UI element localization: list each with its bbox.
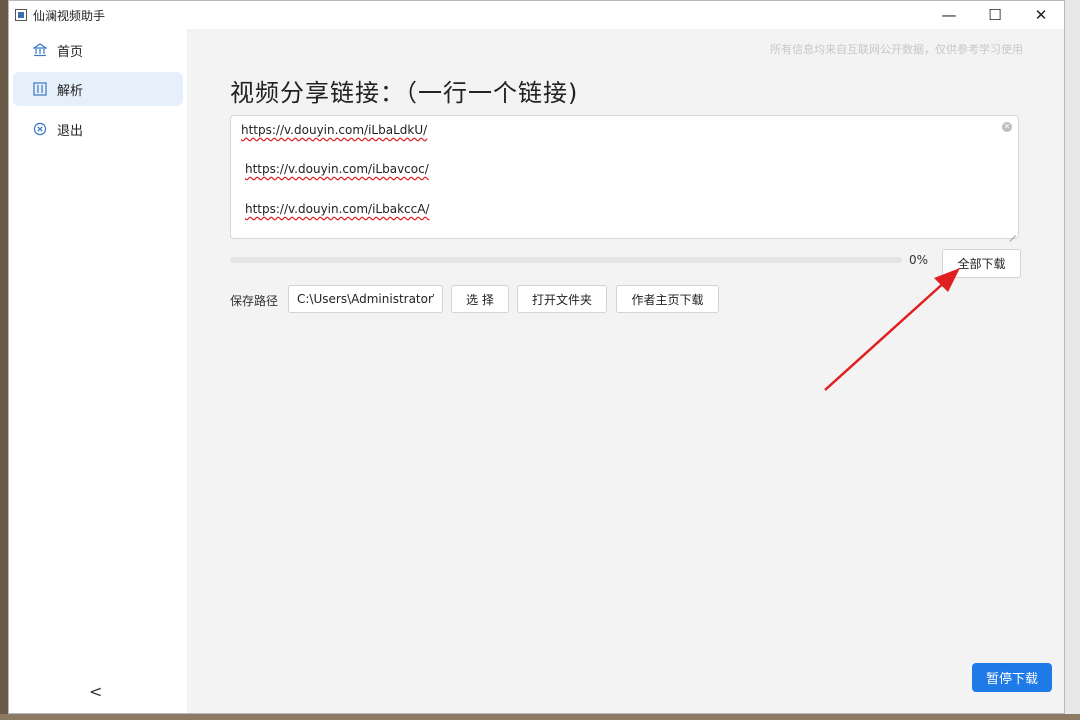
download-all-button[interactable]: 全部下载 xyxy=(942,249,1021,278)
sidebar-item-label: 退出 xyxy=(57,123,84,139)
link-line: https://v.douyin.com/iLbavcoc/ xyxy=(245,162,429,176)
save-path-input[interactable] xyxy=(288,285,443,313)
close-button[interactable]: ✕ xyxy=(1018,1,1064,29)
minimize-button[interactable]: — xyxy=(926,1,972,29)
main-panel: 所有信息均来自互联网公开数据，仅供参考学习使用 视频分享链接：（一行一个链接) … xyxy=(187,29,1064,713)
choose-button[interactable]: 选 择 xyxy=(451,285,509,313)
desktop-background-bottom xyxy=(0,714,1080,720)
link-line: https://v.douyin.com/iLbaLdkU/ xyxy=(241,123,428,137)
desktop-background-left xyxy=(0,0,8,720)
sidebar: 首页 解析 退出 < xyxy=(9,29,187,713)
links-textarea[interactable]: https://v.douyin.com/iLbaLdkU/ https://v… xyxy=(230,115,1019,239)
sidebar-item-parse[interactable]: 解析 xyxy=(13,72,183,106)
save-path-label: 保存路径 xyxy=(230,294,279,308)
progress-label: 0% xyxy=(909,253,929,267)
clear-icon[interactable]: ✕ xyxy=(1002,122,1012,132)
author-home-download-button[interactable]: 作者主页下载 xyxy=(616,285,719,313)
collapse-sidebar-button[interactable]: < xyxy=(89,682,102,701)
sidebar-item-exit[interactable]: 退出 xyxy=(13,112,183,146)
bank-icon xyxy=(33,43,47,57)
app-icon xyxy=(15,9,27,21)
window-title: 仙澜视频助手 xyxy=(33,8,106,23)
title-bar[interactable]: 仙澜视频助手 — ☐ ✕ xyxy=(9,1,1064,29)
resize-grip-icon[interactable] xyxy=(1008,228,1016,236)
disclaimer-text: 所有信息均来自互联网公开数据，仅供参考学习使用 xyxy=(770,43,1023,56)
app-window: 仙澜视频助手 — ☐ ✕ 首页 解析 退出 < 所有信息均来自互联网公开数据，仅… xyxy=(8,0,1065,714)
progress-bar xyxy=(230,257,902,263)
desktop-background-right xyxy=(1064,0,1080,720)
open-folder-button[interactable]: 打开文件夹 xyxy=(517,285,607,313)
grid-icon xyxy=(33,82,47,96)
maximize-button[interactable]: ☐ xyxy=(972,1,1018,29)
page-title: 视频分享链接：（一行一个链接) xyxy=(230,79,579,107)
sidebar-item-label: 解析 xyxy=(57,83,84,99)
sidebar-item-label: 首页 xyxy=(57,44,84,60)
pause-download-button[interactable]: 暂停下载 xyxy=(972,663,1052,692)
link-line: https://v.douyin.com/iLbakccA/ xyxy=(245,202,430,216)
window-controls: — ☐ ✕ xyxy=(926,1,1064,29)
sidebar-item-home[interactable]: 首页 xyxy=(13,33,183,67)
close-circle-icon xyxy=(33,122,47,136)
